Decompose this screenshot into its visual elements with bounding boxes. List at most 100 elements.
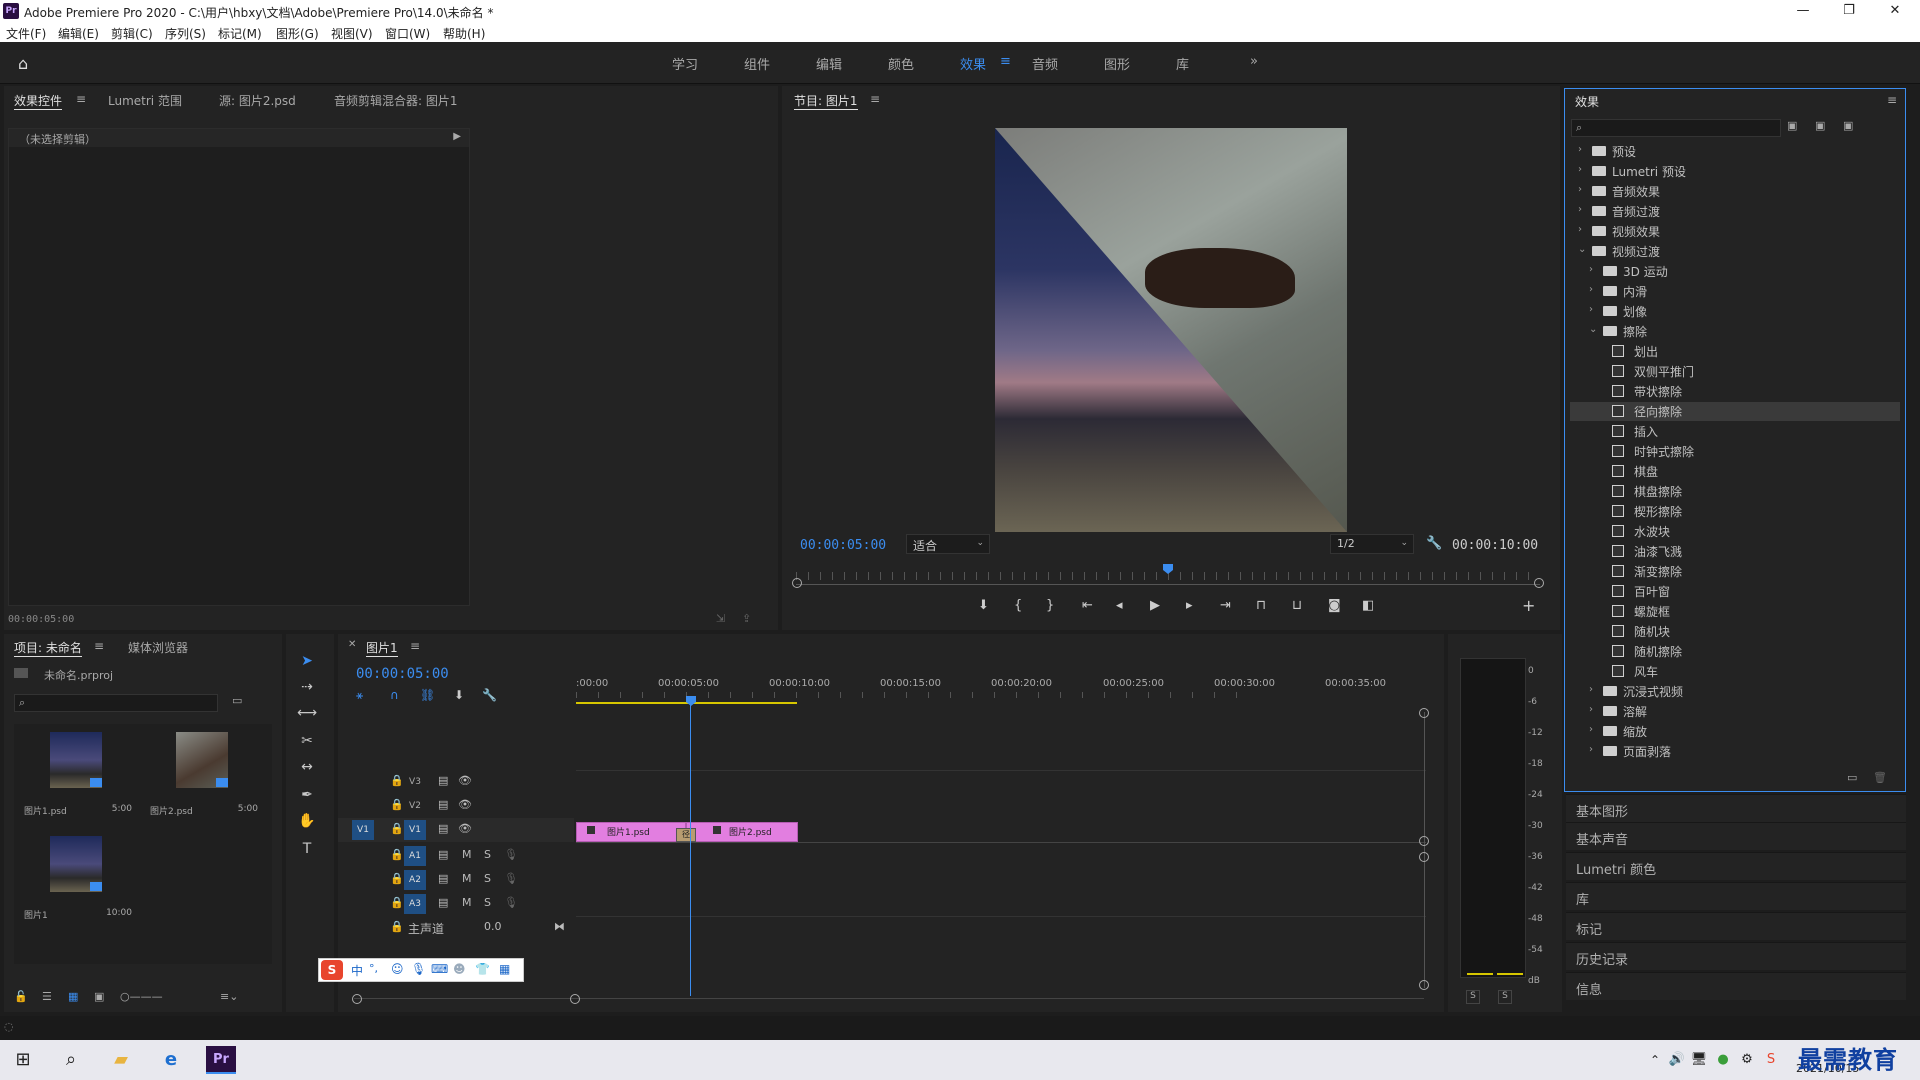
ripple-edit-tool-icon[interactable]: ⟷ [296,702,318,724]
effects-tree-item[interactable]: 棋盘擦除 [1570,482,1900,501]
tab-effect-controls[interactable]: 效果控件 [14,92,63,110]
master-volume-value[interactable]: 0.0 [484,920,502,933]
snap-icon[interactable]: ∩ [390,688,399,702]
scroll-handle[interactable] [1419,836,1429,846]
effects-tree-item[interactable]: › 沉浸式视频 [1570,682,1900,701]
program-menu-icon[interactable]: ≡ [870,92,880,106]
slip-tool-icon[interactable]: ↔ [296,756,318,778]
menu-marker[interactable]: 标记(M) [218,25,262,42]
track-header-v3[interactable]: 🔒 V3 ▤ 👁 [338,770,574,794]
lock-icon[interactable]: 🔓 [14,990,28,1003]
user-icon[interactable]: ☻ [453,962,466,976]
add-marker-icon[interactable]: ⬇ [978,598,989,613]
mute-button[interactable]: M [462,896,472,909]
solo-button[interactable]: S [484,848,491,861]
tab-media-browser[interactable]: 媒体浏览器 [128,639,188,656]
mark-in-icon[interactable]: { [1014,598,1022,613]
effects-tree-item[interactable]: 插入 [1570,422,1900,441]
effects-tree-item[interactable]: › 划像 [1570,302,1900,321]
sync-lock-icon[interactable]: ▤ [438,848,448,861]
menu-window[interactable]: 窗口(W) [385,25,430,42]
lock-icon[interactable]: 🔒 [390,848,404,861]
chevron-right-icon[interactable]: › [1578,204,1582,215]
timeline-menu-icon[interactable]: ≡ [410,639,420,653]
chevron-right-icon[interactable]: › [1589,304,1593,315]
keyboard-icon[interactable]: ⌨ [431,962,448,976]
icon-view-icon[interactable]: ▦ [68,990,78,1003]
go-to-in-icon[interactable]: ⇤ [1082,598,1093,613]
timeline-ruler[interactable]: :00:00 00:00:05:00 00:00:10:00 00:00:15:… [576,674,1275,692]
lift-icon[interactable]: ⊓ [1256,598,1266,613]
step-forward-icon[interactable]: ▸ [1186,598,1193,613]
skin-icon[interactable]: 👕 [475,962,490,976]
effects-tree-item[interactable]: ⌄ 擦除 [1570,322,1900,341]
eye-icon[interactable]: 👁 [458,822,472,835]
wrench-icon[interactable]: 🔧 [1426,536,1442,551]
program-monitor-title[interactable]: 节目: 图片1 [794,92,858,110]
mic-icon[interactable]: 🎙 [504,872,518,885]
chevron-right-icon[interactable]: › [1589,724,1593,735]
menu-edit[interactable]: 编辑(E) [58,25,99,42]
mic-icon[interactable]: 🎙 [504,848,518,861]
search-icon[interactable]: ⌕ [56,1046,86,1074]
tab-menu-icon[interactable]: ≡ [76,92,86,106]
zoom-handle-right[interactable] [1534,578,1544,588]
zoom-handle-left[interactable] [792,578,802,588]
timeline-playhead[interactable] [686,696,696,706]
effects-tree-item[interactable]: 棋盘 [1570,462,1900,481]
extract-icon[interactable]: ⊔ [1292,598,1302,613]
mic-icon[interactable]: 🎙 [504,896,518,909]
track-header-v1[interactable]: V1 🔒 V1 ▤ 👁 [338,818,574,842]
menu-file[interactable]: 文件(F) [6,25,46,42]
effects-tree-item[interactable]: › 音频效果 [1570,182,1900,201]
menu-help[interactable]: 帮助(H) [443,25,485,42]
effects-tree-item[interactable]: 水波块 [1570,522,1900,541]
effects-tree-item[interactable]: 随机擦除 [1570,642,1900,661]
workspace-libraries[interactable]: 库 [1176,54,1189,73]
voice-icon[interactable]: 🎙 [411,962,426,976]
project-item[interactable]: 图片1 10:00 [18,832,136,928]
linked-selection-icon[interactable]: ⛓ [420,688,435,702]
settings-wrench-icon[interactable]: 🔧 [482,688,497,702]
tab-project[interactable]: 项目: 未命名 [14,639,82,657]
source-patch-v1[interactable]: V1 [352,820,374,840]
clip-1[interactable]: 图片1.psd [576,822,686,842]
eye-icon[interactable]: 👁 [458,774,472,787]
project-item[interactable]: 图片1.psd 5:00 [18,728,136,824]
panel-essential-graphics[interactable]: 基本图形 [1566,794,1906,822]
lock-icon[interactable]: 🔒 [390,896,404,909]
project-item[interactable]: 图片2.psd 5:00 [144,728,262,824]
minimize-icon[interactable]: — [1780,0,1826,22]
sync-lock-icon[interactable]: ▤ [438,896,448,909]
mute-button[interactable]: M [462,848,472,861]
sync-lock-icon[interactable]: ▤ [438,774,448,787]
menu-graphics[interactable]: 图形(G) [276,25,319,42]
zoom-slider[interactable]: ○——— [120,990,163,1003]
transition-radial-wipe[interactable]: 径 [676,828,696,842]
freeform-view-icon[interactable]: ▣ [94,990,104,1003]
razor-tool-icon[interactable]: ✂ [296,730,318,752]
effects-tree-item[interactable]: › 预设 [1570,142,1900,161]
effects-tree-item[interactable]: 渐变擦除 [1570,562,1900,581]
clip-2[interactable]: 图片2.psd [686,822,798,842]
lock-icon[interactable]: 🔒 [390,798,404,811]
pen-tool-icon[interactable]: ✒ [296,784,318,806]
jump-icon[interactable]: ⧓ [554,920,565,933]
export-frame-icon[interactable]: ⇲ [716,612,725,625]
sogou-tray-icon[interactable]: S [1756,1046,1786,1074]
effects-tree-item[interactable]: 螺旋框 [1570,602,1900,621]
effects-tree-item[interactable]: 径向擦除 [1570,402,1900,421]
solo-button[interactable]: S [484,896,491,909]
resolution-select[interactable]: 1/2 ⌄ [1330,534,1414,554]
ime-toolbar[interactable]: S 中 °, ☺ 🎙 ⌨ ☻ 👕 ▦ [318,958,524,982]
filter-icon[interactable]: ⇪ [742,612,751,625]
project-search-input[interactable]: ⌕ [14,694,218,712]
ime-mode[interactable]: 中 [351,962,363,979]
tab-lumetri-scopes[interactable]: Lumetri 范围 [108,92,182,109]
sort-icon[interactable]: ≡⌄ [220,990,238,1003]
effects-tree-item[interactable]: › 音频过渡 [1570,202,1900,221]
comparison-view-icon[interactable]: ◧ [1362,598,1374,613]
effects-tree-item[interactable]: › 缩放 [1570,722,1900,741]
effects-tree-item[interactable]: 油漆飞溅 [1570,542,1900,561]
solo-right-button[interactable]: S [1498,990,1512,1004]
